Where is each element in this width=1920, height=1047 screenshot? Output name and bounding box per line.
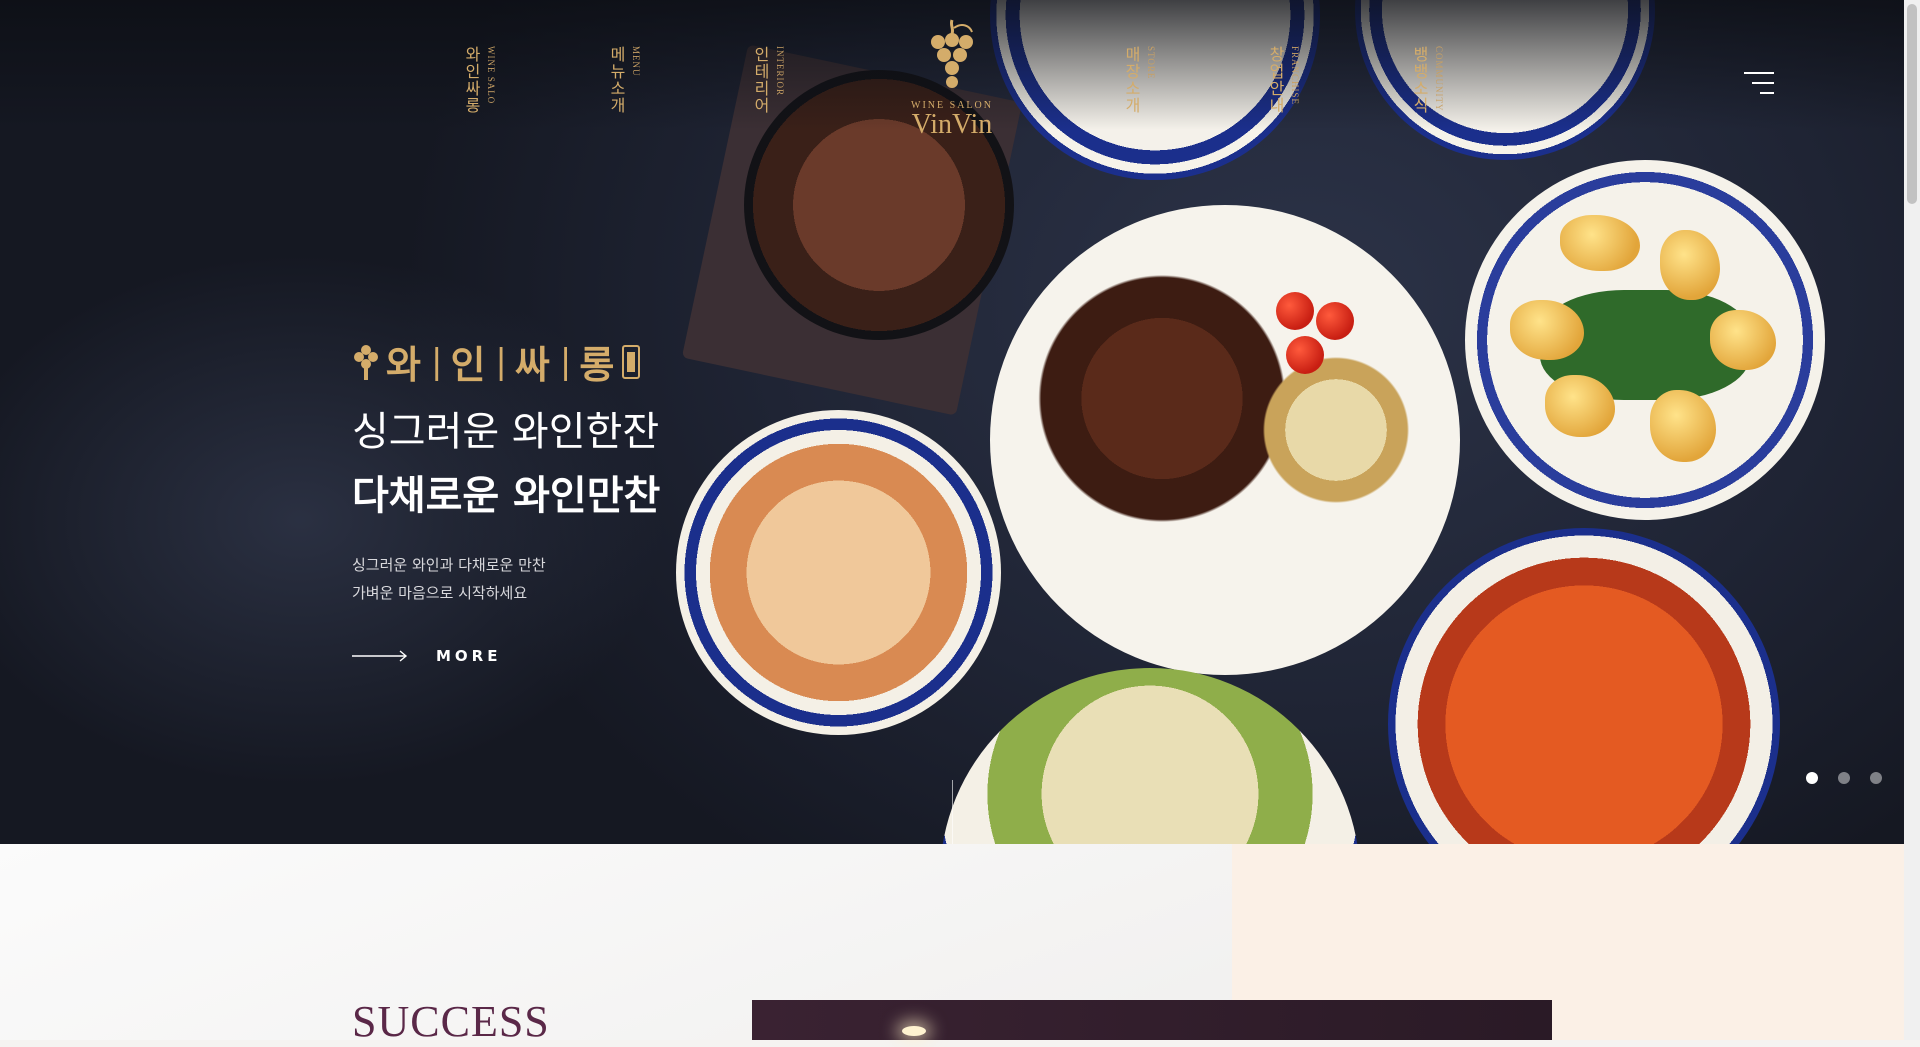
nav-label-ko: 창업안내 [1266,46,1285,114]
hero-description: 싱그러운 와인과 다채로운 만찬 가벼운 마음으로 시작하세요 [352,551,660,607]
tomato [1316,302,1354,340]
brand-title: 와 | 인 | 싸 | 롱 [352,334,660,389]
description-line-2: 가벼운 마음으로 시작하세요 [352,584,528,602]
nav-item-interior[interactable]: 인테리어 INTERIOR [751,46,839,114]
main-nav: 와인싸롱 WINE SALO 메뉴소개 MENU 인테리어 INTERIOR W… [0,0,1904,160]
brand-separator: | [430,341,443,382]
nav-item-menu[interactable]: 메뉴소개 MENU [607,46,695,114]
brand-char: 와 [386,343,423,387]
shrimp-bowl [676,410,1001,735]
hero-copy: 와 | 인 | 싸 | 롱 싱그러운 와인한잔 다채로운 와인만찬 싱그러운 와… [352,334,660,665]
nav-item-wine-salon[interactable]: 와인싸롱 WINE SALO [462,46,560,114]
light-glow [902,1026,926,1036]
nav-label-en: FRANCHISE [1290,46,1300,106]
nav-label-en: MENU [631,46,641,77]
slide-dot-2[interactable] [1838,772,1850,784]
nav-label-ko: 와인싸롱 [462,46,481,114]
logo-wordmark: VinVin [911,109,993,140]
nav-label-en: STORE [1146,46,1156,80]
hamburger-menu-icon[interactable] [1744,72,1774,96]
divider-line [952,780,953,844]
nav-label-en: INTERIOR [775,46,785,96]
nav-item-franchise[interactable]: 창업안내 FRANCHISE [1266,46,1354,114]
brand-char: 인 [450,343,488,387]
more-button[interactable]: MORE [352,647,660,665]
brand-char: 롱 [579,343,617,387]
scrollbar-thumb[interactable] [1907,4,1917,204]
bottle-emblem-icon [622,344,641,379]
nav-label-ko: 뱅뱅소식 [1410,46,1429,114]
nav-item-store[interactable]: 매장소개 STORE [1122,46,1210,114]
nav-label-ko: 메뉴소개 [607,46,626,114]
success-photo [752,1000,1552,1040]
headline-1: 싱그러운 와인한잔 [352,409,660,455]
headline-2: 다채로운 와인만찬 [352,472,661,519]
grape-emblem-icon [354,344,378,380]
tomato [1286,336,1324,374]
nav-label-en: COMMUNITY [1434,46,1444,112]
brand-separator: | [495,341,507,382]
slide-dot-3[interactable] [1870,772,1882,784]
nav-label-ko: 인테리어 [751,46,770,114]
more-label: MORE [436,647,502,665]
grape-logo-icon [931,19,973,88]
nav-item-community[interactable]: 뱅뱅소식 COMMUNITY [1410,46,1498,114]
tomato [1276,292,1314,330]
slider-pagination [1806,772,1882,784]
nav-label-ko: 매장소개 [1122,46,1141,114]
nav-label-en: WINE SALO [486,46,496,105]
brand-separator: | [559,341,572,382]
vinvin-logo[interactable]: WINE SALON VinVin [904,18,1000,154]
description-line-1: 싱그러운 와인과 다채로운 만찬 [352,556,546,574]
slide-dot-1[interactable] [1806,772,1818,784]
page-scrollbar[interactable] [1904,0,1920,1040]
arrow-right-icon [352,650,408,662]
salad-bowl [940,668,1360,844]
stew-bowl [1388,528,1780,844]
section-title: SUCCESS [352,997,550,1046]
brand-char: 싸 [514,343,552,387]
